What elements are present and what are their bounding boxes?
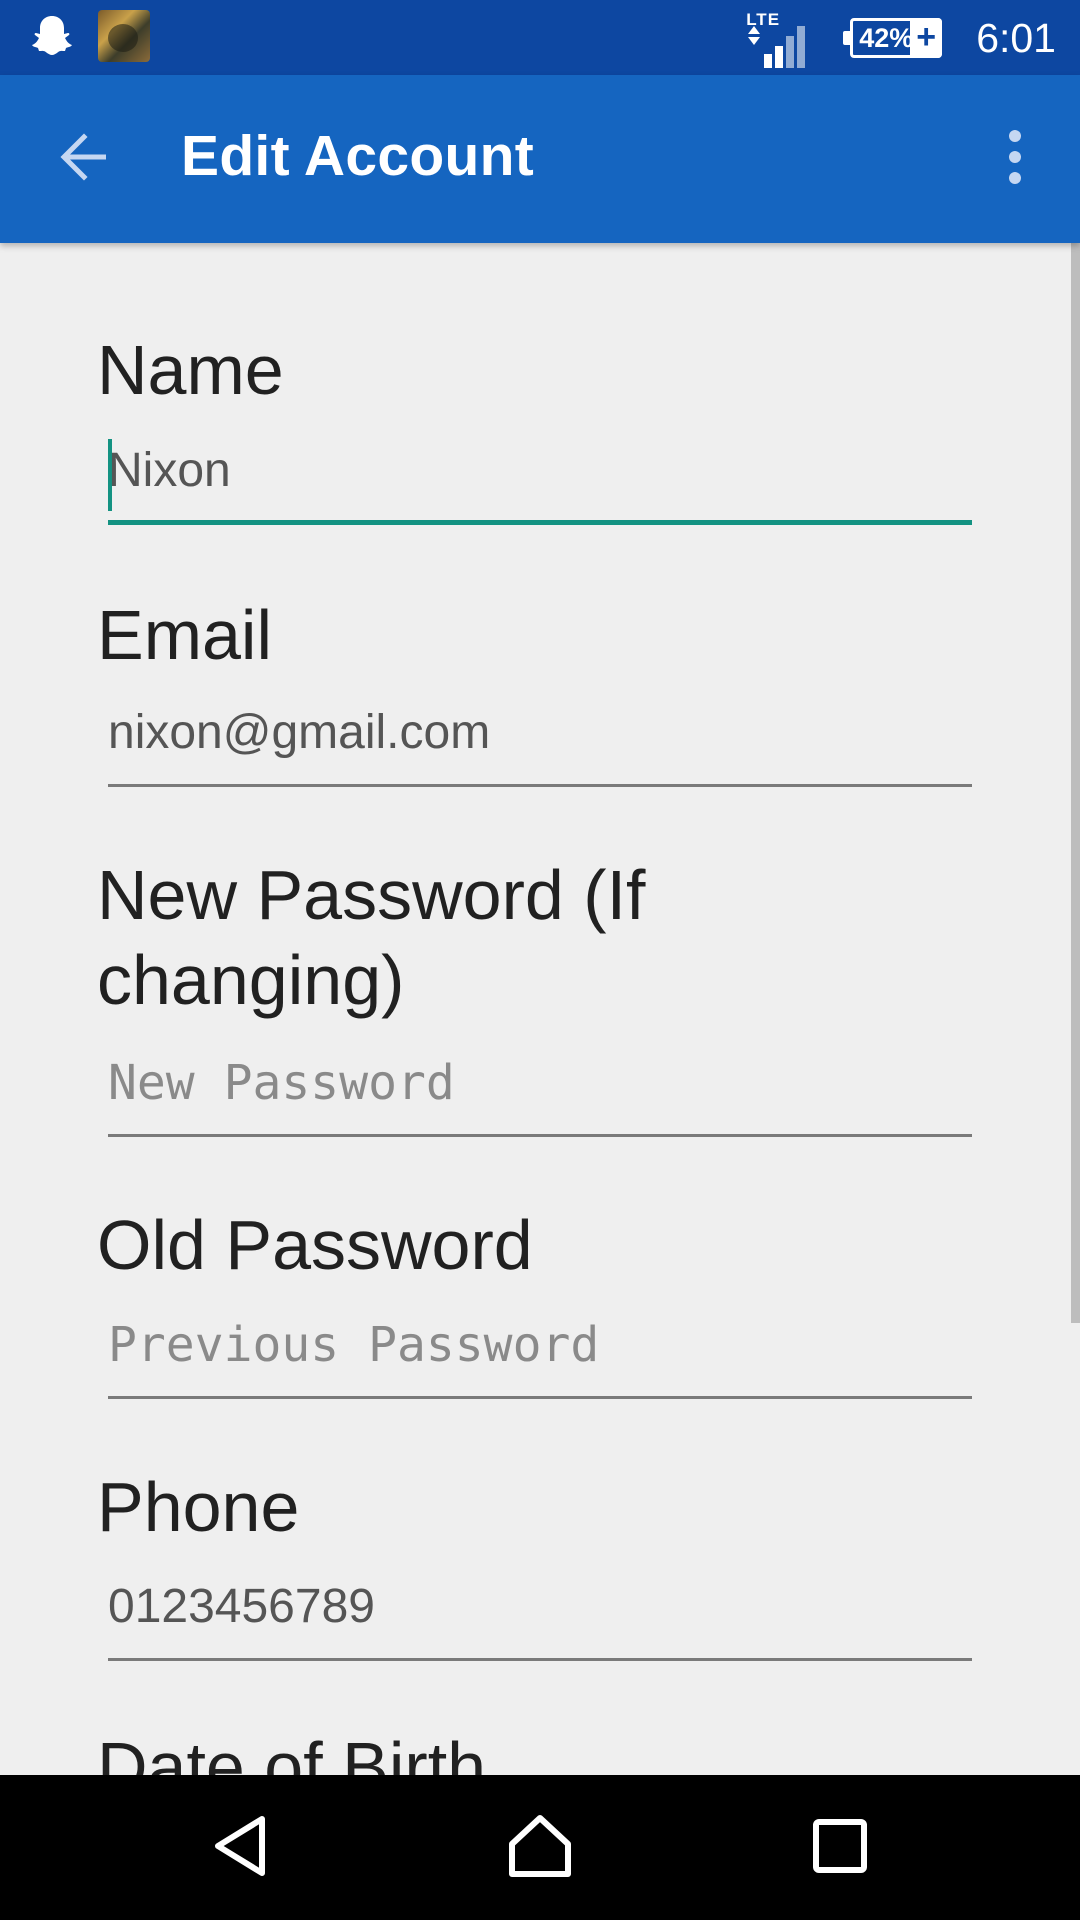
email-label: Email [97, 596, 273, 674]
system-nav-bar [0, 1775, 1080, 1920]
home-icon [507, 1814, 573, 1883]
new-password-label: New Password (If changing) [97, 856, 646, 1019]
phone-field[interactable]: 0123456789 [108, 1573, 972, 1661]
old-password-field[interactable]: Previous Password [108, 1311, 972, 1399]
scrollbar[interactable] [1071, 243, 1080, 1323]
clock: 6:01 [976, 14, 1056, 61]
status-bar: LTE 42% + 6:01 [0, 0, 1080, 75]
name-field[interactable]: Nixon [108, 437, 972, 525]
arrow-left-icon [58, 131, 110, 188]
email-field[interactable]: nixon@gmail.com [108, 699, 972, 787]
edit-account-form: Name Nixon Email nixon@gmail.com New Pas… [0, 243, 1060, 1775]
battery-icon: 42% + [843, 18, 943, 58]
lte-signal-icon: LTE [746, 10, 806, 68]
nav-home-button[interactable] [490, 1805, 590, 1891]
email-value: nixon@gmail.com [108, 706, 491, 759]
game-app-icon [98, 10, 150, 62]
phone-value: 0123456789 [108, 1580, 375, 1633]
new-password-field[interactable]: New Password [108, 1049, 972, 1137]
name-label: Name [97, 331, 284, 409]
page-title: Edit Account [181, 124, 534, 188]
battery-level: 42% [859, 22, 914, 53]
new-password-placeholder: New Password [108, 1055, 455, 1111]
recents-square-icon [812, 1818, 868, 1879]
old-password-label: Old Password [97, 1206, 533, 1284]
phone-label: Phone [97, 1468, 300, 1546]
snapchat-icon [32, 13, 72, 59]
overflow-menu-button[interactable] [980, 119, 1050, 199]
app-bar: Edit Account [0, 75, 1080, 243]
triangle-back-icon [210, 1814, 270, 1883]
back-button[interactable] [44, 119, 124, 199]
nav-recents-button[interactable] [790, 1805, 890, 1891]
charging-icon: + [910, 18, 943, 58]
old-password-placeholder: Previous Password [108, 1317, 600, 1373]
more-vert-icon [1007, 129, 1023, 189]
name-value: Nixon [108, 444, 231, 497]
dob-label: Date of Birth [97, 1728, 487, 1775]
nav-back-button[interactable] [190, 1805, 290, 1891]
